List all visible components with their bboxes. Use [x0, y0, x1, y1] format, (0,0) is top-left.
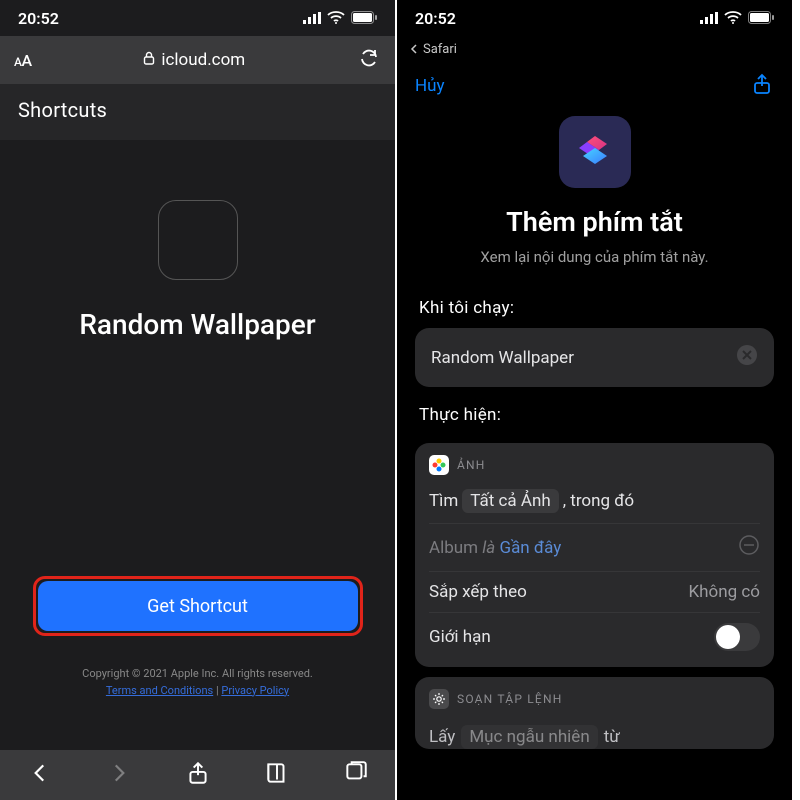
all-photos-pill[interactable]: Tất cả Ảnh — [462, 489, 558, 513]
find-photos-line[interactable]: Tìm Tất cả Ảnh , trong đó — [429, 485, 760, 523]
clear-icon[interactable] — [736, 344, 758, 371]
gear-icon — [429, 689, 449, 709]
safari-address-bar: AA icloud.com — [0, 36, 395, 84]
status-bar: 20:52 — [0, 0, 395, 36]
get-random-line[interactable]: Lấy Mục ngẫu nhiên từ — [429, 719, 760, 749]
forward-button[interactable] — [106, 760, 132, 790]
random-item-pill[interactable]: Mục ngẫu nhiên — [461, 725, 597, 749]
url-text: icloud.com — [161, 50, 245, 70]
wifi-icon — [724, 9, 742, 28]
photos-app-icon — [429, 455, 449, 475]
shortcut-icon-placeholder — [158, 200, 238, 280]
footer-text: Copyright © 2021 Apple Inc. All rights r… — [0, 660, 395, 705]
action-card-photos: ẢNH Tìm Tất cả Ảnh , trong đó Album là G… — [415, 443, 774, 667]
hero-section: Random Wallpaper Get Shortcut — [0, 140, 395, 660]
sort-by-row[interactable]: Sắp xếp theo Không có — [429, 571, 760, 612]
copyright: Copyright © 2021 Apple Inc. All rights r… — [82, 667, 313, 680]
back-app-label: Safari — [423, 42, 457, 57]
signal-icon — [303, 9, 321, 28]
lock-icon — [143, 50, 155, 70]
bookmarks-button[interactable] — [264, 760, 290, 790]
reload-button[interactable] — [357, 46, 381, 74]
shortcut-name-field[interactable]: Random Wallpaper — [415, 328, 774, 387]
sheet-subtitle: Xem lại nội dung của phím tắt này. — [480, 248, 708, 266]
cancel-button[interactable]: Hủy — [415, 76, 445, 96]
back-button[interactable] — [27, 760, 53, 790]
shortcuts-app-icon — [559, 116, 631, 188]
status-bar: 20:52 — [397, 0, 792, 36]
when-run-label: Khi tôi chạy: — [397, 280, 792, 328]
status-time: 20:52 — [18, 9, 59, 28]
terms-link[interactable]: Terms and Conditions — [106, 684, 213, 697]
sheet-title: Thêm phím tắt — [506, 206, 683, 238]
remove-filter-icon[interactable] — [738, 534, 760, 561]
url-display[interactable]: icloud.com — [46, 50, 343, 70]
highlight-box: Get Shortcut — [33, 576, 363, 636]
wifi-icon — [327, 9, 345, 28]
album-filter-line[interactable]: Album là Gần đây — [429, 523, 760, 571]
action-card-scripting: SOẠN TẬP LỆNH Lấy Mục ngẫu nhiên từ — [415, 677, 774, 749]
shortcut-title: Random Wallpaper — [79, 308, 315, 341]
shortcut-name-value: Random Wallpaper — [431, 348, 574, 368]
limit-row: Giới hạn — [429, 612, 760, 661]
safari-toolbar — [0, 750, 395, 800]
site-header: Shortcuts — [0, 84, 395, 140]
share-button[interactable] — [750, 72, 774, 100]
do-label: Thực hiện: — [397, 387, 792, 435]
status-time: 20:52 — [415, 9, 456, 28]
battery-icon — [351, 9, 377, 28]
privacy-link[interactable]: Privacy Policy — [221, 684, 289, 697]
get-shortcut-button[interactable]: Get Shortcut — [38, 581, 358, 631]
photos-app-label: ẢNH — [457, 458, 486, 472]
limit-toggle[interactable] — [714, 623, 760, 651]
text-size-button[interactable]: AA — [14, 51, 32, 70]
share-button[interactable] — [185, 760, 211, 790]
signal-icon — [700, 9, 718, 28]
scripting-label: SOẠN TẬP LỆNH — [457, 692, 562, 706]
battery-icon — [748, 9, 774, 28]
tabs-button[interactable] — [343, 760, 369, 790]
back-to-app[interactable]: Safari — [397, 36, 792, 62]
